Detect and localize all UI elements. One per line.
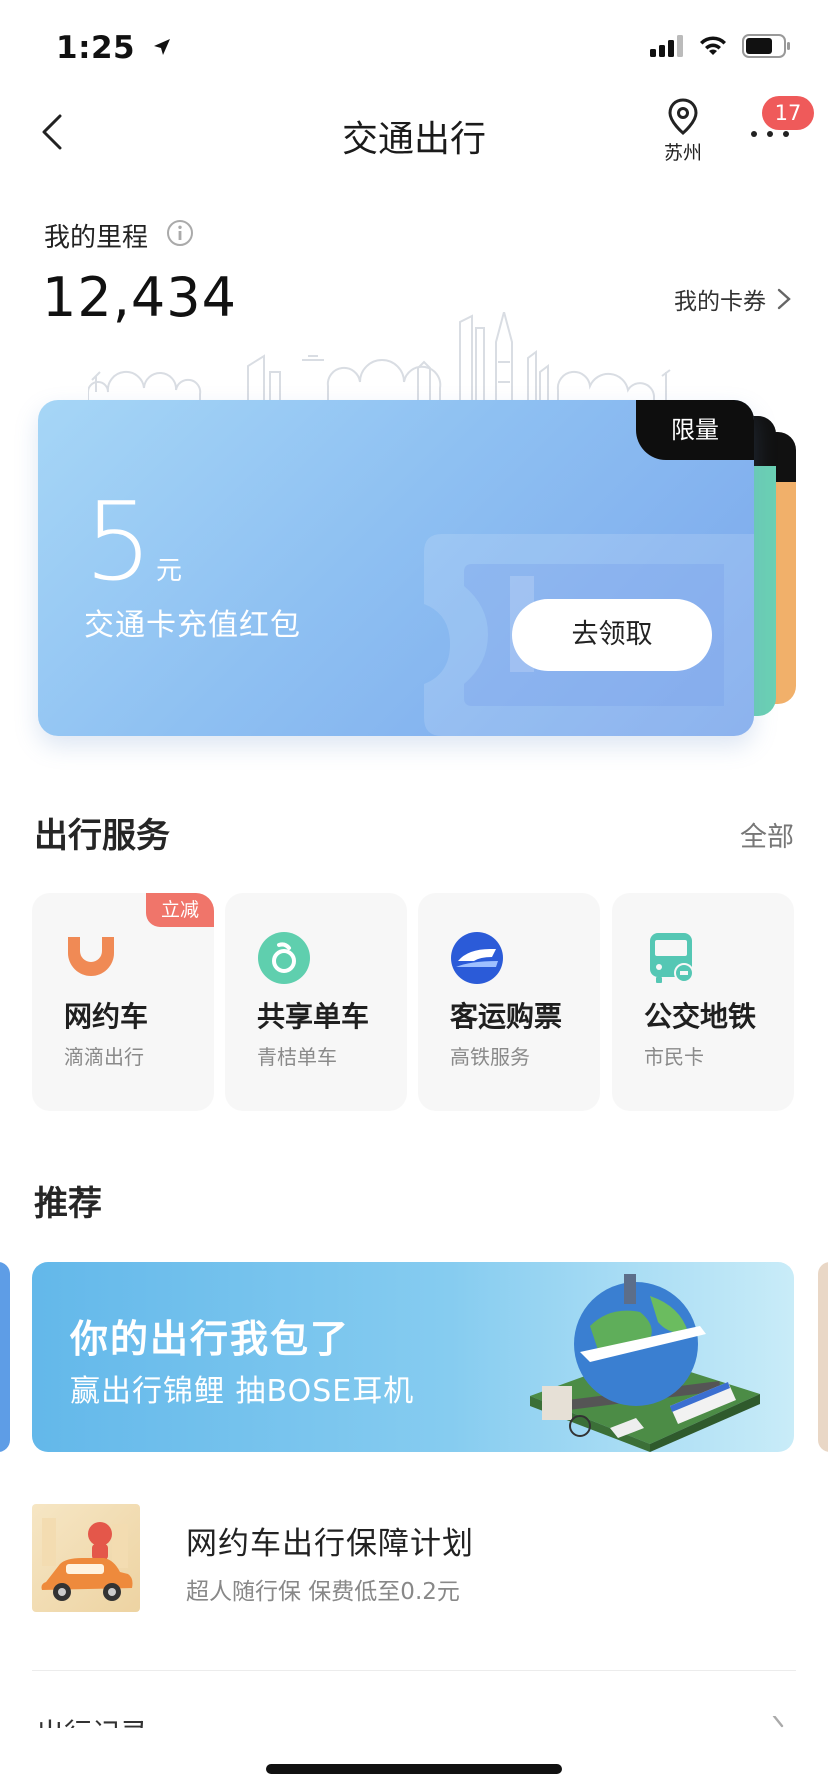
service-ride-hailing[interactable]: 立减 网约车 滴滴出行 bbox=[32, 893, 214, 1111]
coupon-unit: 元 bbox=[156, 556, 183, 586]
battery-icon bbox=[742, 34, 790, 58]
info-icon[interactable] bbox=[166, 219, 194, 247]
recharge-coupon-card[interactable]: 限量 5 元 交通卡充值红包 去领取 bbox=[38, 400, 754, 736]
taxi-illustration-icon bbox=[41, 1518, 133, 1601]
service-name: 网约车 bbox=[64, 1000, 149, 1033]
service-name: 公交地铁 bbox=[644, 1000, 757, 1033]
location-pin-icon bbox=[668, 98, 698, 135]
limited-tag: 限量 bbox=[636, 400, 754, 460]
banner-title: 你的出行我包了 bbox=[70, 1317, 351, 1361]
service-provider: 高铁服务 bbox=[450, 1045, 530, 1069]
recommend-section-title: 推荐 bbox=[34, 1184, 102, 1224]
city-skyline-illustration bbox=[88, 312, 671, 402]
location-selector[interactable]: 苏州 bbox=[658, 98, 708, 165]
notification-badge: 17 bbox=[762, 96, 814, 130]
didi-icon bbox=[68, 937, 114, 976]
coupon-description: 交通卡充值红包 bbox=[84, 608, 301, 643]
home-indicator[interactable] bbox=[266, 1764, 562, 1774]
insurance-subtitle: 超人随行保 保费低至0.2元 bbox=[186, 1579, 460, 1605]
banner-carousel-next-peek[interactable] bbox=[818, 1262, 828, 1452]
wifi-icon bbox=[700, 36, 726, 55]
chevron-right-icon bbox=[772, 1716, 784, 1728]
claim-button[interactable]: 去领取 bbox=[512, 599, 712, 671]
banner-carousel-prev-peek[interactable] bbox=[0, 1262, 10, 1452]
bike-icon bbox=[258, 932, 310, 984]
status-time: 1:25 bbox=[56, 30, 172, 66]
service-ticketing[interactable]: 客运购票 高铁服务 bbox=[418, 893, 600, 1111]
travel-records-title-peek[interactable]: 出行记录 bbox=[36, 1712, 148, 1728]
service-shared-bike[interactable]: 共享单车 青桔单车 bbox=[225, 893, 407, 1111]
location-label: 苏州 bbox=[663, 142, 702, 164]
discount-tag: 立减 bbox=[146, 893, 214, 927]
bus-icon bbox=[650, 933, 694, 983]
service-bus-metro[interactable]: 公交地铁 市民卡 bbox=[612, 893, 794, 1111]
location-arrow-icon bbox=[154, 39, 171, 55]
coupon-amount: 5 bbox=[84, 480, 153, 605]
services-section-title: 出行服务 bbox=[34, 816, 170, 856]
globe-city-illustration bbox=[530, 1274, 760, 1452]
services-all-link[interactable]: 全部 bbox=[740, 815, 794, 854]
my-coupons-link[interactable]: 我的卡券 bbox=[674, 282, 792, 316]
chevron-right-icon bbox=[777, 288, 791, 310]
cellular-signal-icon bbox=[650, 35, 683, 57]
insurance-title[interactable]: 网约车出行保障计划 bbox=[186, 1518, 474, 1563]
service-name: 共享单车 bbox=[257, 1000, 370, 1033]
recommend-banner[interactable]: 你的出行我包了 赢出行锦鲤 抽BOSE耳机 bbox=[32, 1262, 794, 1452]
banner-subtitle: 赢出行锦鲤 抽BOSE耳机 bbox=[70, 1374, 415, 1409]
mileage-label: 我的里程 bbox=[44, 223, 149, 253]
service-name: 客运购票 bbox=[450, 1000, 563, 1033]
train-icon bbox=[451, 932, 503, 984]
service-provider: 滴滴出行 bbox=[64, 1045, 144, 1069]
my-coupons-label: 我的卡券 bbox=[674, 289, 766, 315]
service-provider: 青桔单车 bbox=[257, 1045, 337, 1069]
status-time-text: 1:25 bbox=[56, 30, 136, 66]
insurance-thumbnail[interactable] bbox=[32, 1504, 140, 1612]
status-icons bbox=[650, 34, 792, 58]
service-provider: 市民卡 bbox=[644, 1045, 704, 1069]
section-divider bbox=[32, 1670, 796, 1671]
